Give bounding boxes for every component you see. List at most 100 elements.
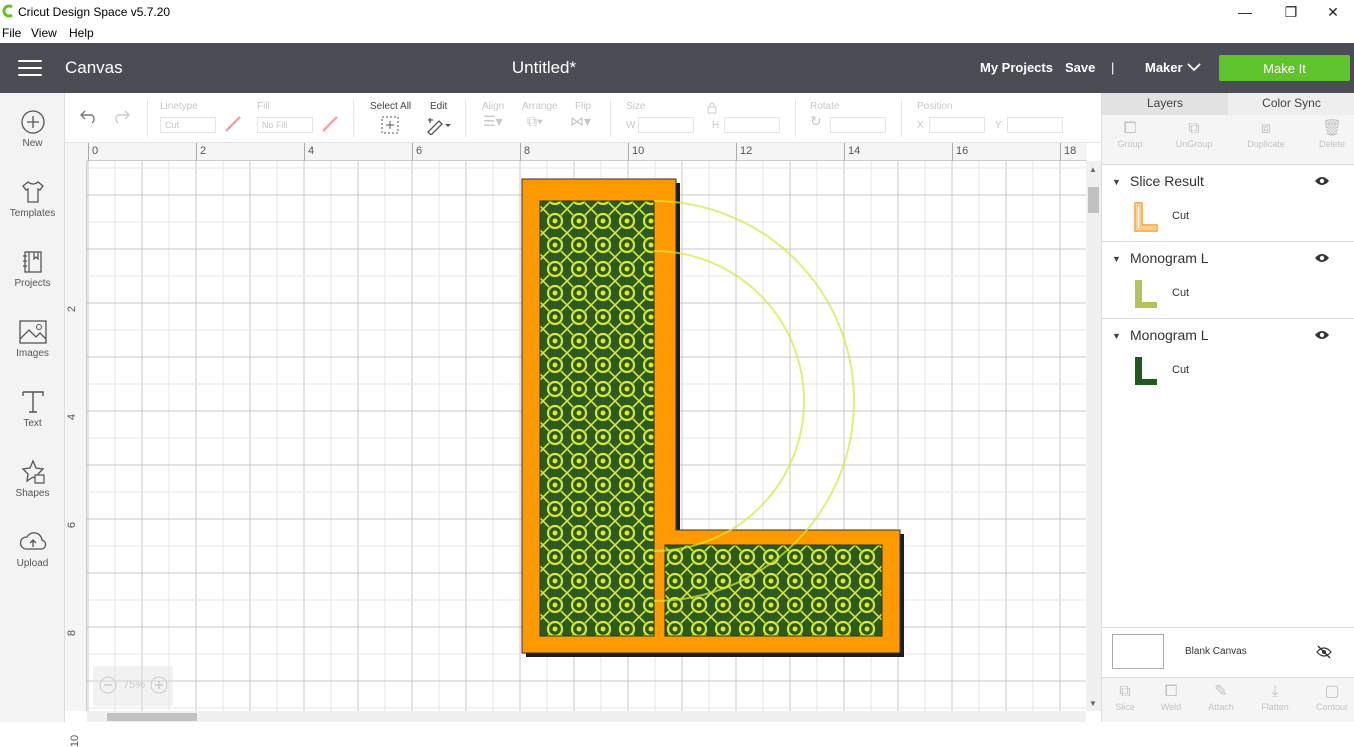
ruler-tick-label: 10 [632,145,645,157]
rotate-label: Rotate [810,101,840,112]
linetype-select[interactable]: Cut [160,117,216,133]
y-position-input[interactable] [1007,117,1063,133]
contour-button[interactable]: ▢ Contour [1307,682,1354,712]
horizontal-scrollbar[interactable] [87,711,1086,722]
layer-thumbnail [1135,280,1157,308]
ruler-tick-label: 8 [524,145,531,157]
toolbar-divider [610,99,611,137]
height-input[interactable] [724,117,780,133]
minimize-button[interactable]: — [1222,0,1268,24]
menu-file[interactable]: File [2,26,21,40]
slice-icon: ⧉ [1119,683,1131,700]
edit-icon[interactable] [425,115,451,135]
zoom-out-icon[interactable] [99,676,117,694]
design-canvas[interactable] [87,161,1086,711]
eye-icon[interactable] [1314,175,1330,187]
tshirt-icon [21,181,44,203]
fill-select[interactable]: No Fill [257,117,313,133]
layer-thumbnail [1134,202,1158,232]
weld-button[interactable]: ⧠ Weld [1146,682,1196,712]
select-all-icon[interactable] [380,115,400,135]
close-button[interactable]: ✕ [1310,0,1354,24]
align-icon[interactable]: ☰▾ [483,113,503,130]
my-projects-link[interactable]: My Projects [980,60,1053,75]
layer-group[interactable]: ▼ Slice Result Cut [1102,165,1354,242]
undo-icon[interactable] [79,108,99,124]
blank-canvas-swatch[interactable] [1112,634,1164,669]
delete-button[interactable]: 🗑 Delete [1307,119,1354,149]
bottom-tools: ⧉ Slice ⧠ Weld ✎ Attach ⤓ Flatten ▢ Contour [1102,677,1354,722]
flatten-label: Flatten [1261,702,1289,712]
zoom-in-icon[interactable] [150,676,168,694]
sidebar-item-templates[interactable]: Templates [0,179,65,239]
ruler-tick-label: 2 [200,145,207,157]
ruler-tick-label: 8 [66,629,79,637]
caret-down-icon[interactable]: ▼ [1112,254,1121,264]
width-input[interactable] [638,117,694,133]
ruler-tick [88,143,89,161]
sidebar-item-projects[interactable]: Projects [0,249,65,309]
save-button[interactable]: Save [1065,60,1095,75]
redo-icon[interactable] [111,108,131,124]
flip-icon[interactable]: ⋈▾ [570,113,591,130]
x-position-input[interactable] [929,117,985,133]
tab-layers[interactable]: Layers [1102,93,1228,115]
rotate-input[interactable] [830,117,886,133]
ruler-tick-label: 6 [416,145,423,157]
attach-button[interactable]: ✎ Attach [1196,682,1246,712]
ruler-tick-label: 16 [956,145,969,157]
zoom-level: 75% [123,679,146,691]
sidebar-item-images[interactable]: Images [0,319,65,379]
blank-canvas-layer[interactable]: Blank Canvas [1102,627,1354,677]
sidebar-item-text[interactable]: Text [0,389,65,449]
y-label: Y [995,120,1002,131]
sidebar-item-new[interactable]: New [0,109,65,169]
vertical-scroll-thumb[interactable] [1088,187,1099,213]
projects-icon [22,251,42,273]
slice-button[interactable]: ⧉ Slice [1100,682,1150,712]
group-button[interactable]: ⧠ Group [1105,119,1155,149]
menu-view[interactable]: View [31,26,57,40]
upload-icon [19,532,46,550]
panel-tabs: Layers Color Sync [1102,93,1354,115]
scroll-up-icon[interactable]: ▲ [1089,165,1097,174]
vertical-scrollbar[interactable]: ▲ ▼ [1086,161,1101,711]
image-icon [18,320,47,344]
monogram-l-design[interactable] [87,161,1086,711]
arrange-icon[interactable]: ⧉▾ [527,113,543,130]
ruler-tick-label: 0 [92,145,99,157]
vertical-ruler: 2 4 6 8 10 [65,161,87,747]
horizontal-scroll-thumb[interactable] [107,713,197,721]
eye-icon[interactable] [1314,329,1330,341]
lock-icon[interactable] [706,102,718,114]
tab-color-sync[interactable]: Color Sync [1228,96,1354,110]
sidebar-label: New [22,138,43,149]
duplicate-button[interactable]: ⧈ Duplicate [1241,119,1291,149]
restore-button[interactable]: ❐ [1268,0,1314,24]
chevron-down-icon[interactable] [1187,63,1201,72]
sidebar-item-shapes[interactable]: Shapes [0,459,65,519]
fill-color-swatch-icon[interactable] [321,115,339,133]
machine-select[interactable]: Maker [1145,60,1183,75]
scroll-down-icon[interactable]: ▼ [1089,699,1097,708]
layer-tools: ⧠ Group ⧉ UnGroup ⧈ Duplicate 🗑 Delete [1102,115,1354,165]
linetype-color-swatch-icon[interactable] [224,115,242,133]
layer-group[interactable]: ▼ Monogram L Cut [1102,242,1354,319]
eye-hidden-icon[interactable] [1316,645,1332,659]
sidebar-item-upload[interactable]: Upload [0,529,65,589]
flatten-button[interactable]: ⤓ Flatten [1250,682,1300,712]
app-header: Canvas Untitled* My Projects Save | Make… [0,43,1354,93]
menu-help[interactable]: Help [69,26,94,40]
caret-down-icon[interactable]: ▼ [1112,331,1121,341]
weld-icon: ⧠ [1164,683,1178,700]
eye-icon[interactable] [1314,252,1330,264]
ruler-tick-label: 12 [740,145,753,157]
header-separator: | [1111,60,1115,75]
sidebar-label: Images [16,348,49,359]
caret-down-icon[interactable]: ▼ [1112,177,1121,187]
ungroup-button[interactable]: ⧉ UnGroup [1169,119,1219,149]
x-label: X [917,120,924,131]
arrange-label: Arrange [522,101,558,112]
make-it-button[interactable]: Make It [1219,55,1350,81]
layer-group[interactable]: ▼ Monogram L Cut [1102,319,1354,396]
